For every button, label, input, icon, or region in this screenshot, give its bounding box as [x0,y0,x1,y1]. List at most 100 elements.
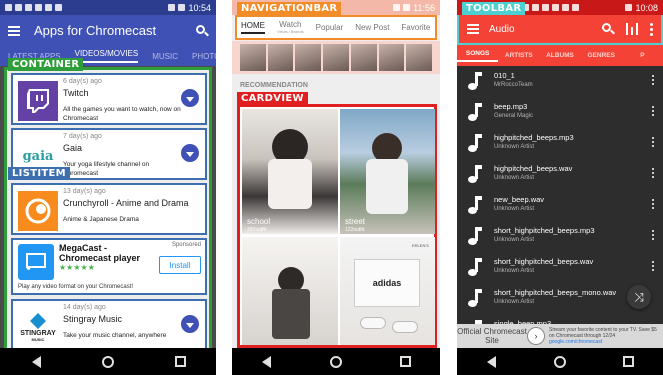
navigation-bar: HOME Watch Views / Brands Popular New Pos… [235,15,437,40]
stingray-logo: STINGRAY MUSIC [18,307,58,347]
tab-genres[interactable]: GENRES [581,52,622,59]
app-description: All the games you want to watch, now on … [63,106,181,122]
app-description: Anime & Japanese Drama [63,216,139,223]
shirt-tag: ERLEN'S [412,243,429,248]
nav-favorite[interactable]: Favorite [401,23,430,32]
tab-videos-movies[interactable]: VIDEOS/MOVIES [74,49,139,63]
list-item[interactable]: 13 day(s) ago Crunchyroll - Anime and Dr… [11,183,207,235]
cast-icon [18,244,54,280]
music-note-icon [465,103,482,121]
home-button[interactable] [101,355,115,369]
download-icon[interactable] [181,315,199,333]
card-count: 122outfit [345,227,365,233]
chevron-right-icon[interactable]: › [527,327,545,345]
tab-playlists[interactable]: P [622,52,663,59]
overflow-menu-icon[interactable] [650,22,653,36]
ad-title: MegaCast - [59,243,108,253]
song-menu-icon[interactable] [652,137,654,147]
card-caption: school [247,217,271,226]
navigationbar-annotation: NAVIGATIONBAR [237,2,342,15]
banner-strip[interactable] [232,41,440,74]
recommendation-heading: RECOMMENDATION [240,82,308,89]
song-row[interactable]: short_highpitched_beeps.mp3 Unknown Artis… [457,221,663,251]
download-icon[interactable] [181,89,199,107]
tab-albums[interactable]: ALBUMS [539,52,580,59]
list-item[interactable]: STINGRAY MUSIC 14 day(s) ago Stingray Mu… [11,299,207,348]
back-button[interactable] [29,355,43,369]
song-menu-icon[interactable] [652,230,654,240]
song-artist: Unknown Artist [494,175,535,181]
container-annotation: CONTAINER [8,58,84,71]
tab-photos[interactable]: PHOTOS [192,52,216,61]
hamburger-menu-icon[interactable] [8,25,20,36]
app-name: Stingray Music [63,314,123,324]
equalizer-icon[interactable] [626,23,638,35]
install-button[interactable]: Install [159,256,201,274]
download-icon[interactable] [181,144,199,162]
ad-body: Stream your favorite content to your TV.… [549,327,657,345]
list-item[interactable]: 6 day(s) ago Twitch All the games you wa… [11,73,207,125]
song-row[interactable]: highpitched_beeps.mp3 Unknown Artist [457,128,663,158]
ad-subtitle: Chromecast player [59,253,141,263]
battery-icon [625,4,633,11]
song-menu-icon[interactable] [652,106,654,116]
song-artist: Unknown Artist [494,144,535,150]
system-nav-bar [232,348,440,375]
song-row[interactable]: 010_1 MrRoccoTeam [457,66,663,96]
wifi-icon [393,4,401,11]
hamburger-menu-icon[interactable] [467,24,479,34]
app-toolbar: Apps for Chromecast [0,15,216,46]
app-name: Gaia [63,143,83,153]
song-row[interactable]: new_beep.wav Unknown Artist [457,190,663,220]
song-title: short_highpitched_beeps.mp3 [494,226,595,235]
search-icon[interactable] [196,24,209,37]
song-menu-icon[interactable] [652,75,654,85]
system-nav-bar [0,348,216,375]
back-button[interactable] [484,355,498,369]
toolbar-annotation: TOOLBAR [462,2,526,15]
song-menu-icon[interactable] [652,199,654,209]
song-menu-icon[interactable] [652,261,654,271]
home-button[interactable] [553,355,567,369]
nav-home[interactable]: HOME [241,21,265,34]
twitch-logo-icon [18,81,58,121]
nav-new-post[interactable]: New Post [355,23,389,32]
search-icon[interactable] [602,23,615,35]
music-note-icon [465,289,482,307]
card-count: 397outfit [247,227,267,233]
recents-button[interactable] [622,355,636,369]
status-time: 10:08 [635,2,658,13]
outfit-card[interactable]: school 397outfit [242,109,338,234]
song-title: new_beep.wav [494,195,545,204]
tab-music[interactable]: MUSIC [152,52,178,61]
recents-button[interactable] [398,355,412,369]
song-row[interactable]: beep.mp3 General Magic [457,97,663,127]
tab-artists[interactable]: ARTISTS [498,52,539,59]
song-row[interactable]: short_highpitched_beeps.wav Unknown Artis… [457,252,663,282]
recents-button[interactable] [173,355,187,369]
bluetooth-icon [168,4,176,11]
song-artist: Unknown Artist [494,299,535,305]
song-menu-icon[interactable] [652,168,654,178]
ad-banner[interactable]: Official Chromecast Site › Stream your f… [457,324,663,348]
song-artist: Unknown Artist [494,268,535,274]
library-tabs: SONGS ARTISTS ALBUMS GENRES P [457,45,663,66]
app-description: Your yoga lifestyle channel on Chromecas… [63,161,150,177]
song-title: beep.mp3 [494,102,528,111]
app-title: Audio [489,23,515,35]
outfit-card[interactable]: adidas ERLEN'S [340,237,435,345]
nav-watch[interactable]: Watch Views / Brands [277,20,304,35]
home-button[interactable] [329,355,343,369]
nav-popular[interactable]: Popular [316,23,344,32]
song-row[interactable]: highpitched_beeps.wav Unknown Artist [457,159,663,189]
music-note-icon [465,72,482,90]
phone-audio-player: 10:08 TOOLBAR Audio SONGS ARTISTS ALBUMS… [457,0,663,375]
outfit-card[interactable]: street 122outfit [340,109,435,234]
shuffle-fab-icon[interactable]: ⤨ [627,285,651,309]
tab-songs[interactable]: SONGS [457,50,499,62]
sponsored-ad-card[interactable]: MegaCast - Chromecast player ★★★★★ Spons… [11,238,207,295]
back-button[interactable] [260,355,274,369]
cardview-region: school 397outfit street 122outfit adidas… [237,104,437,348]
outfit-card[interactable] [242,237,338,345]
app-description: Take your music channel, anywhere [63,332,167,339]
